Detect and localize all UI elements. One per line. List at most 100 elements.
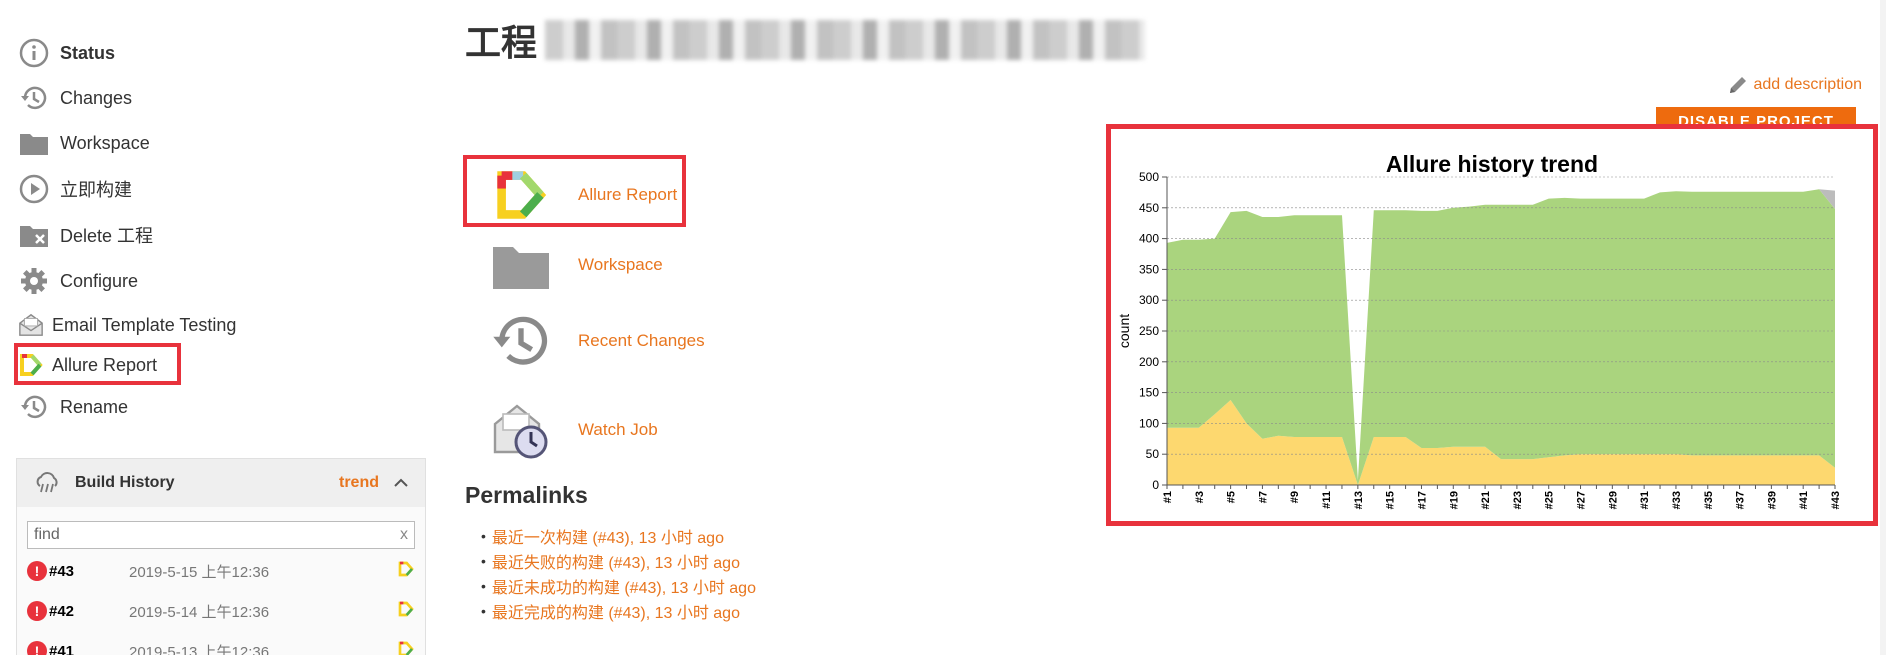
error-icon: ! xyxy=(27,601,47,621)
sidebar-item-delete[interactable]: Delete 工程 xyxy=(18,218,153,252)
y-tick-label: 350 xyxy=(1139,262,1159,276)
sidebar-item-label: Email Template Testing xyxy=(52,314,237,335)
build-search-value: find xyxy=(34,526,60,543)
allure-logo-icon[interactable] xyxy=(397,561,415,581)
sidebar-item-email-template-testing[interactable]: Email Template Testing xyxy=(18,308,236,342)
y-tick-label: 100 xyxy=(1139,416,1159,430)
y-axis-label: count xyxy=(1116,314,1132,348)
y-tick-label: 500 xyxy=(1139,170,1159,184)
highlight-box-main-allure xyxy=(463,155,686,227)
main-link-label[interactable]: Recent Changes xyxy=(578,331,705,351)
clear-search-button[interactable]: x xyxy=(400,526,408,544)
page-title: 工程 xyxy=(465,14,1146,66)
cloud-icon xyxy=(33,472,61,494)
history-icon xyxy=(18,82,50,114)
chevron-up-icon[interactable] xyxy=(393,478,409,488)
build-number[interactable]: #43 xyxy=(49,563,129,580)
gear-icon xyxy=(18,265,50,297)
sidebar-item-changes[interactable]: Changes xyxy=(18,81,132,115)
y-tick-label: 400 xyxy=(1139,232,1159,246)
allure-logo-icon[interactable] xyxy=(397,641,415,655)
permalink-text[interactable]: 最近一次构建 (#43), 13 小时 ago xyxy=(492,524,724,548)
y-tick-label: 50 xyxy=(1146,447,1160,461)
build-row[interactable]: ! #41 2019-5-13 上午12:36 xyxy=(17,631,425,655)
main-link-label[interactable]: Workspace xyxy=(578,255,663,275)
permalink-item[interactable]: 最近一次构建 (#43), 13 小时 ago xyxy=(481,523,756,548)
main-link-workspace[interactable]: Workspace xyxy=(486,230,663,300)
sidebar-item-label: Delete 工程 xyxy=(60,226,154,246)
permalinks-section: Permalinks 最近一次构建 (#43), 13 小时 ago 最近失败的… xyxy=(465,482,756,623)
sidebar-item-build-now[interactable]: 立即构建 xyxy=(18,172,132,206)
x-tick-label: #35 xyxy=(1703,491,1715,509)
build-row[interactable]: ! #43 2019-5-15 上午12:36 xyxy=(17,551,425,591)
permalink-text[interactable]: 最近未成功的构建 (#43), 13 小时 ago xyxy=(492,574,756,598)
chart-canvas: 0 50 100 150 200 250 300 350 400 450 500 #1 #3 #5 #7 #9… xyxy=(1116,170,1842,509)
sidebar: Status Changes Workspace 立即构建 Delete 工程 xyxy=(0,0,440,655)
x-tick-label: #31 xyxy=(1639,491,1651,509)
sidebar-item-label: Workspace xyxy=(60,132,150,153)
permalink-text[interactable]: 最近完成的构建 (#43), 13 小时 ago xyxy=(492,599,740,623)
scrollbar[interactable] xyxy=(1880,0,1886,655)
x-tick-label: #3 xyxy=(1194,491,1206,503)
sidebar-item-label: Configure xyxy=(60,270,139,291)
sidebar-item-workspace[interactable]: Workspace xyxy=(18,126,150,160)
error-icon: ! xyxy=(27,641,47,655)
x-tick-label: #15 xyxy=(1385,491,1397,509)
history-icon xyxy=(18,391,50,423)
y-tick-label: 300 xyxy=(1139,293,1159,307)
sidebar-item-rename[interactable]: Rename xyxy=(18,390,128,424)
build-date[interactable]: 2019-5-13 上午12:36 xyxy=(129,641,269,655)
allure-trend-chart[interactable]: Allure history trend 0 50 100 150 200 250 300 3… xyxy=(1106,124,1878,526)
build-history-panel: Build History trend find x ! #43 2019-5-… xyxy=(16,458,426,655)
x-tick-label: #7 xyxy=(1257,491,1269,503)
sidebar-item-status[interactable]: Status xyxy=(18,36,115,70)
permalink-item[interactable]: 最近未成功的构建 (#43), 13 小时 ago xyxy=(481,573,756,598)
y-tick-label: 250 xyxy=(1139,324,1159,338)
add-description-link[interactable]: add description xyxy=(1727,74,1862,96)
y-tick-label: 150 xyxy=(1139,386,1159,400)
envelope-icon xyxy=(18,309,44,341)
error-icon: ! xyxy=(27,561,47,581)
build-row[interactable]: ! #42 2019-5-14 上午12:36 xyxy=(17,591,425,631)
build-search-input[interactable]: find x xyxy=(27,521,415,549)
x-tick-label: #43 xyxy=(1830,491,1842,509)
folder-icon xyxy=(18,127,50,159)
y-tick-label: 450 xyxy=(1139,201,1159,215)
x-tick-label: #37 xyxy=(1735,491,1747,509)
permalinks-title: Permalinks xyxy=(465,482,588,508)
main-link-recent-changes[interactable]: Recent Changes xyxy=(486,306,705,376)
x-tick-label: #19 xyxy=(1448,491,1460,509)
build-date[interactable]: 2019-5-14 上午12:36 xyxy=(129,601,269,622)
x-tick-label: #17 xyxy=(1416,491,1428,509)
build-history-title: Build History xyxy=(75,474,175,491)
play-icon xyxy=(18,173,50,205)
permalink-item[interactable]: 最近失败的构建 (#43), 13 小时 ago xyxy=(481,548,756,573)
main-link-label[interactable]: Watch Job xyxy=(578,420,658,440)
x-tick-label: #1 xyxy=(1162,491,1174,503)
x-tick-label: #5 xyxy=(1226,491,1238,503)
permalink-item[interactable]: 最近完成的构建 (#43), 13 小时 ago xyxy=(481,598,756,623)
sidebar-item-label: 立即构建 xyxy=(60,180,132,200)
x-tick-label: #23 xyxy=(1512,491,1524,509)
x-tick-label: #39 xyxy=(1766,491,1778,509)
x-tick-label: #25 xyxy=(1544,491,1556,509)
trend-link[interactable]: trend xyxy=(339,474,379,492)
build-date[interactable]: 2019-5-15 上午12:36 xyxy=(129,561,269,582)
build-number[interactable]: #42 xyxy=(49,603,129,620)
history-icon xyxy=(486,306,556,376)
sidebar-item-label: Changes xyxy=(60,87,133,108)
permalinks-list: 最近一次构建 (#43), 13 小时 ago 最近失败的构建 (#43), 1… xyxy=(481,523,756,623)
page-title-text: 工程 xyxy=(465,22,538,63)
add-description-label[interactable]: add description xyxy=(1753,76,1862,94)
permalink-text[interactable]: 最近失败的构建 (#43), 13 小时 ago xyxy=(492,549,740,573)
x-tick-label: #41 xyxy=(1798,491,1810,509)
folder-delete-icon xyxy=(18,219,50,251)
allure-logo-icon[interactable] xyxy=(397,601,415,621)
build-number[interactable]: #41 xyxy=(49,643,129,655)
y-tick-label: 0 xyxy=(1152,478,1159,492)
x-tick-label: #27 xyxy=(1576,491,1588,509)
main-link-watch-job[interactable]: Watch Job xyxy=(486,395,658,465)
sidebar-item-label: Rename xyxy=(60,396,129,417)
x-tick-label: #11 xyxy=(1321,491,1333,509)
sidebar-item-configure[interactable]: Configure xyxy=(18,264,138,298)
